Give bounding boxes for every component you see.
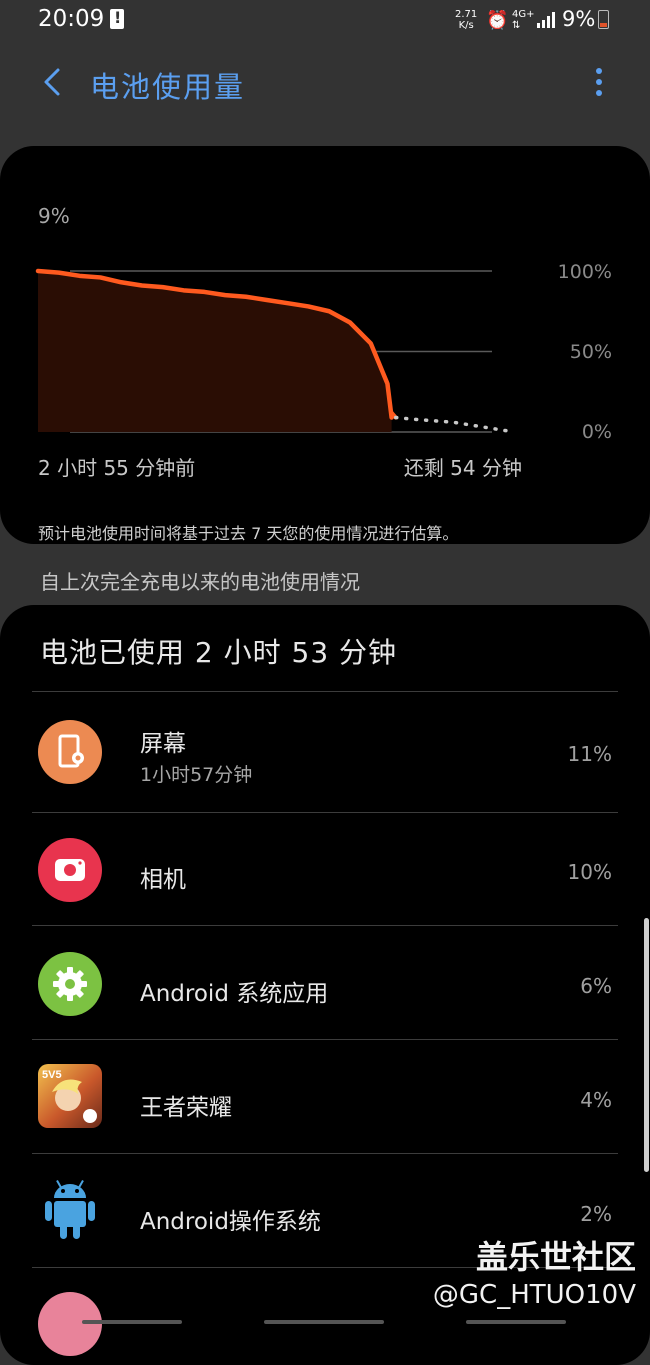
app-name: 相机 (140, 867, 186, 893)
battery-percent: 9% (562, 7, 596, 31)
battery-icon (598, 10, 609, 29)
battery-chart-card: 9% 100% 50% 0% 2 小时 55 分钟前 还剩 54 分钟 预计电池… (0, 146, 650, 544)
status-bar: 20:09 2.71 K/s ⏰ 4G+ ⇅ 9% (0, 0, 650, 44)
app-row-game[interactable]: 5V5 王者荣耀 4% (0, 1042, 650, 1154)
app-name: 屏幕 (140, 731, 186, 757)
more-dot-icon (596, 68, 602, 74)
network-speed-unit: K/s (458, 20, 474, 31)
battery-chart (35, 268, 517, 434)
estimate-note: 预计电池使用时间将基于过去 7 天您的使用情况进行估算。 (38, 524, 459, 543)
more-options-button[interactable] (584, 64, 614, 100)
app-name: Android操作系统 (140, 1209, 321, 1235)
divider (32, 925, 618, 926)
app-row-android-system-apps[interactable]: Android 系统应用 6% (0, 928, 650, 1040)
nav-handle-center (264, 1320, 384, 1324)
network-speed: 2.71 K/s (455, 9, 477, 31)
network-type-label: 4G+ (512, 9, 535, 20)
more-dot-icon (596, 90, 602, 96)
app-row-camera[interactable]: 相机 10% (0, 814, 650, 926)
svg-text:5V5: 5V5 (42, 1069, 62, 1081)
network-type: 4G+ ⇅ (512, 9, 535, 31)
back-button[interactable] (34, 62, 74, 102)
app-name: Android 系统应用 (140, 981, 329, 1007)
status-time: 20:09 (38, 6, 105, 32)
y-tick-50: 50% (569, 341, 612, 363)
android-system-gear-icon (38, 952, 102, 1016)
app-percent: 4% (580, 1088, 612, 1112)
app-percent: 6% (580, 974, 612, 998)
app-row-screen[interactable]: 屏幕 1小时57分钟 11% (0, 696, 650, 808)
app-usage-time: 1小时57分钟 (140, 764, 253, 786)
game-icon: 5V5 (38, 1064, 102, 1128)
alarm-icon: ⏰ (486, 10, 509, 31)
watermark-title: 盖乐世社区 (475, 1238, 636, 1276)
android-robot-icon (38, 1176, 102, 1240)
more-dot-icon (596, 79, 602, 85)
page-title: 电池使用量 (90, 70, 246, 104)
divider (32, 812, 618, 813)
app-name: 王者荣耀 (140, 1095, 232, 1121)
scrollbar-thumb[interactable] (644, 918, 649, 1172)
projection-dotted-line (394, 415, 517, 434)
x-label-end: 还剩 54 分钟 (403, 456, 522, 480)
divider (32, 691, 618, 692)
notification-alert-icon (110, 8, 124, 29)
nav-handle-left (82, 1320, 182, 1324)
divider (32, 1153, 618, 1154)
signal-icon (537, 12, 555, 28)
network-speed-value: 2.71 (455, 9, 478, 20)
app-icon (38, 1292, 102, 1356)
watermark-handle: @GC_HTUO10V (432, 1280, 636, 1310)
app-percent: 2% (580, 1202, 612, 1226)
y-tick-0: 0% (581, 421, 612, 443)
data-arrows-icon: ⇅ (512, 20, 521, 31)
app-percent: 11% (567, 742, 612, 766)
x-label-start: 2 小时 55 分钟前 (38, 456, 196, 480)
y-tick-100: 100% (557, 261, 612, 283)
app-bar: 电池使用量 (0, 50, 650, 116)
section-title: 自上次完全充电以来的电池使用情况 (40, 570, 360, 594)
divider (32, 1039, 618, 1040)
camera-icon (38, 838, 102, 902)
nav-handle-right (466, 1320, 566, 1324)
app-percent: 10% (567, 860, 612, 884)
usage-total: 电池已使用 2 小时 53 分钟 (40, 636, 398, 669)
screen-icon (38, 720, 102, 784)
